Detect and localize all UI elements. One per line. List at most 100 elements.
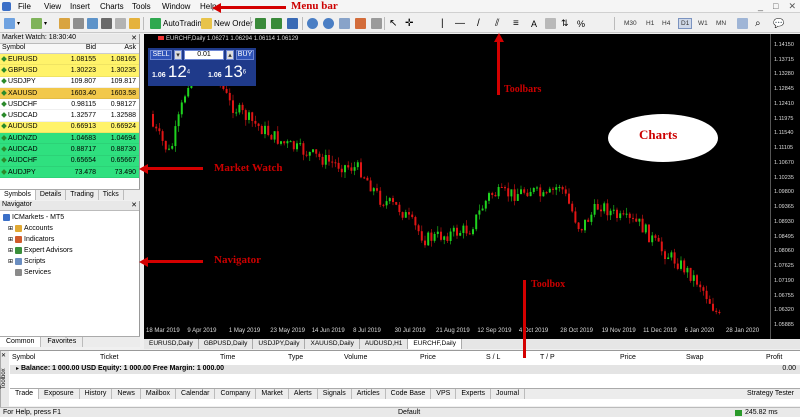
menu-insert[interactable]: Insert (70, 2, 90, 11)
arrows-button[interactable]: ⇅ (560, 16, 570, 31)
market-watch-row[interactable]: USDJPY 109.807 109.817 (0, 76, 139, 88)
navigator-item-scripts[interactable]: ⊞ Scripts (8, 258, 45, 265)
ide-button[interactable] (128, 16, 141, 31)
minimize-icon[interactable]: _ (758, 1, 763, 12)
chart-tab-eurusd[interactable]: EURUSD,Daily (144, 339, 199, 349)
market-watch-row[interactable]: USDCHF 0.98115 0.98127 (0, 99, 139, 111)
tab-calendar[interactable]: Calendar (176, 389, 216, 399)
balance-row[interactable]: ▸ Balance: 1 000.00 USD Equity: 1 000.00… (10, 365, 800, 374)
tab-news[interactable]: News (112, 389, 141, 399)
new-chart-dropdown[interactable]: ▾ (16, 16, 21, 31)
tab-trading[interactable]: Trading (66, 190, 99, 200)
column-bid[interactable]: Bid (58, 44, 98, 53)
column-ask[interactable]: Ask (98, 44, 138, 53)
new-chart-button[interactable] (3, 16, 16, 31)
strategy-tester-tab[interactable]: Strategy Tester (747, 390, 794, 397)
market-watch-row[interactable]: AUDCAD 0.88717 0.88730 (0, 144, 139, 156)
tab-exposure[interactable]: Exposure (39, 389, 80, 399)
navigator-item-expert-advisors[interactable]: ⊞ Expert Advisors (8, 247, 73, 254)
bar-chart-button[interactable] (254, 16, 267, 31)
toolbox-button[interactable] (100, 16, 113, 31)
maximize-icon[interactable]: □ (773, 1, 778, 12)
column-symbol[interactable]: Symbol (0, 44, 58, 53)
chart-tab-gbpusd[interactable]: GBPUSD,Daily (199, 339, 254, 349)
tab-code-base[interactable]: Code Base (386, 389, 432, 399)
data-window-button[interactable] (72, 16, 85, 31)
tab-articles[interactable]: Articles (352, 389, 386, 399)
profiles-button[interactable] (30, 16, 43, 31)
column-current-price[interactable]: Price (620, 354, 636, 361)
indicators-button[interactable] (354, 16, 367, 31)
timeframe-w1[interactable]: W1 (696, 18, 710, 29)
crosshair-button[interactable]: ✛ (404, 16, 414, 31)
column-type[interactable]: Type (288, 354, 303, 361)
strategy-tester-button[interactable] (114, 16, 127, 31)
search-button[interactable]: ⌕ (754, 16, 762, 31)
tab-favorites[interactable]: Favorites (41, 337, 84, 347)
tab-symbols[interactable]: Symbols (0, 190, 36, 200)
zoom-out-button[interactable] (322, 16, 335, 31)
buy-price[interactable]: 1.06 136 (208, 62, 246, 82)
timeframe-h4[interactable]: H4 (660, 18, 672, 29)
horizontal-line-button[interactable]: — (454, 16, 466, 31)
tab-market[interactable]: Market (256, 389, 289, 399)
profiles-dropdown[interactable]: ▾ (43, 16, 48, 31)
tab-trade[interactable]: Trade (10, 389, 40, 399)
channel-button[interactable]: ⫽ (494, 16, 500, 31)
navigator-root[interactable]: ICMarkets - MT5 (3, 214, 64, 221)
text-tool-button[interactable]: A (530, 16, 538, 31)
tab-ticks[interactable]: Ticks (99, 190, 124, 200)
navigator-button[interactable] (86, 16, 99, 31)
market-watch-row[interactable]: AUDUSD 0.66913 0.66924 (0, 121, 139, 134)
tab-experts[interactable]: Experts (456, 389, 492, 399)
templates-button[interactable] (370, 16, 383, 31)
close-icon[interactable]: ✕ (131, 34, 139, 43)
new-order-button[interactable]: New Order (198, 16, 256, 31)
menu-tools[interactable]: Tools (132, 2, 151, 11)
column-volume[interactable]: Volume (344, 354, 367, 361)
tab-alerts[interactable]: Alerts (289, 389, 318, 399)
chart-tab-eurchf[interactable]: EURCHF,Daily (408, 339, 463, 349)
market-watch-row[interactable]: XAUUSD 1603.40 1603.58 (0, 87, 139, 100)
chart-tab-xauusd[interactable]: XAUUSD,Daily (305, 339, 360, 349)
tab-vps[interactable]: VPS (431, 389, 457, 399)
chart-tab-usdjpy[interactable]: USDJPY,Daily (253, 339, 306, 349)
timeframe-h1[interactable]: H1 (644, 18, 656, 29)
messages-button[interactable]: 💬 (772, 16, 785, 31)
lot-stepper[interactable]: ▴ (226, 50, 234, 60)
menu-view[interactable]: View (44, 2, 61, 11)
market-watch-button[interactable] (58, 16, 71, 31)
vertical-line-button[interactable]: | (440, 16, 445, 31)
line-chart-button[interactable] (286, 16, 299, 31)
sell-price[interactable]: 1.06 124 (152, 62, 190, 82)
column-time[interactable]: Time (220, 354, 235, 361)
sell-button[interactable]: SELL (150, 50, 172, 60)
chart-tab-audusd[interactable]: AUDUSD,H1 (360, 339, 409, 349)
timeframe-mn[interactable]: MN (714, 18, 728, 29)
navigator-item-indicators[interactable]: ⊞ Indicators (8, 236, 54, 243)
tile-windows-button[interactable] (338, 16, 351, 31)
shapes-button[interactable] (544, 16, 557, 31)
navigator-item-accounts[interactable]: ⊞ Accounts (8, 225, 53, 232)
market-watch-row[interactable]: AUDJPY 73.478 73.490 (0, 166, 139, 179)
column-symbol[interactable]: Symbol (12, 354, 35, 361)
close-icon[interactable]: ✕ (1, 352, 6, 359)
app-icon[interactable] (2, 2, 11, 11)
market-watch-row[interactable]: AUDNZD 1.04683 1.04694 (0, 133, 139, 145)
close-icon[interactable]: ✕ (788, 1, 796, 12)
tab-signals[interactable]: Signals (318, 389, 352, 399)
column-swap[interactable]: Swap (686, 354, 704, 361)
lot-dropdown[interactable]: ▾ (174, 50, 182, 60)
tab-details[interactable]: Details (36, 190, 67, 200)
tab-history[interactable]: History (80, 389, 113, 399)
menu-file[interactable]: File (18, 2, 31, 11)
market-watch-row[interactable]: AUDCHF 0.65654 0.65667 (0, 155, 139, 167)
lot-input[interactable]: 0.01 (184, 50, 224, 60)
fibonacci-button[interactable]: ≡ (512, 16, 520, 31)
tab-common[interactable]: Common (0, 337, 42, 347)
column-ticket[interactable]: Ticket (100, 354, 118, 361)
tab-company[interactable]: Company (215, 389, 257, 399)
cursor-button[interactable]: ↖ (388, 16, 398, 31)
column-profit[interactable]: Profit (766, 354, 782, 361)
tab-journal[interactable]: Journal (491, 389, 526, 399)
